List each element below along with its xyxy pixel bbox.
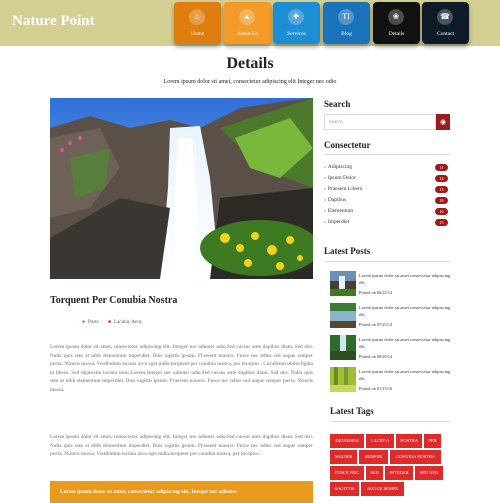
tag-button[interactable]: SED NISI	[415, 466, 443, 480]
nav-contact-label: Contact	[436, 31, 455, 37]
tag-button[interactable]: AUGUE SEMPE	[361, 482, 404, 496]
recent-post-text: Lorem ipsum dolor sit amet consectetur a…	[359, 369, 451, 381]
recent-post-date: Posted on 06/22/14	[359, 290, 393, 295]
user-icon: ●	[82, 320, 86, 325]
nav-contact-button[interactable]: ☎ Contact	[422, 2, 469, 44]
recent-post[interactable]: Lorem ipsum dolor sit amet consectetur a…	[330, 303, 450, 329]
tag-button[interactable]: PER	[424, 434, 441, 448]
post-author-label: Posts	[88, 320, 99, 325]
category-count: 14	[435, 175, 448, 182]
tags-divider	[330, 421, 450, 422]
post-author[interactable]: ● Posts	[82, 320, 99, 325]
tag-icon: ■	[108, 320, 112, 325]
category-count: 15	[435, 219, 448, 226]
recent-thumbnail	[330, 335, 356, 360]
tag-button[interactable]: DIGNISSIM	[330, 434, 364, 448]
recent-post-text: Lorem ipsum dolor sit amet consectetur a…	[359, 305, 451, 317]
post-title[interactable]: Torquent Per Conubia Nostra	[50, 295, 177, 306]
recent-post[interactable]: Lorem ipsum dolor sit amet consectetur a…	[330, 271, 450, 297]
nav-blog-button[interactable]: TI Blog	[323, 2, 370, 44]
page-title: Details	[226, 55, 274, 72]
nav-about-label: About Us	[236, 31, 259, 37]
category-item[interactable]: › Ipsum Dolor 14	[324, 175, 450, 186]
category-label: Imperdiet	[327, 219, 350, 225]
category-item[interactable]: › Dapibus 18	[324, 197, 450, 208]
category-count: 18	[435, 197, 448, 204]
tag-button[interactable]: SED	[366, 466, 383, 480]
search-title: Search	[324, 99, 351, 109]
post-paragraph-2: Lorem ipsum dolor sit amet, consectetur …	[50, 435, 313, 457]
category-item[interactable]: › Adipiscing 11	[324, 164, 450, 175]
tag-button[interactable]: NOSTRA	[396, 434, 422, 448]
ambulance-icon: ✚	[288, 9, 304, 25]
recent-divider	[324, 261, 450, 262]
tag-button[interactable]: SAGITTIS	[330, 482, 359, 496]
recent-title: Latest Posts	[324, 246, 371, 256]
category-count: 13	[435, 186, 448, 193]
chevron-right-icon: ›	[324, 219, 326, 225]
category-label: Praesent Libero	[327, 186, 363, 192]
nav-services-button[interactable]: ✚ Services	[273, 2, 320, 44]
post-category[interactable]: ■ Lacinia, Arcu,	[108, 320, 143, 325]
recent-post-text: Lorem ipsum dolor sit amet consectetur a…	[359, 337, 451, 349]
recent-post-date: Posted on 08/20/14	[359, 354, 393, 359]
categories-title: Consectetur	[324, 140, 371, 150]
landscape-icon: ▲	[239, 9, 255, 25]
home-icon: ⌂	[189, 9, 205, 25]
recent-thumbnail	[330, 367, 356, 392]
leaf-icon: ❀	[388, 9, 404, 25]
site-logo[interactable]: Nature Point	[12, 13, 95, 30]
recent-thumbnail	[330, 271, 356, 296]
category-item[interactable]: › Elementum 16	[324, 208, 450, 219]
category-item[interactable]: › Praesent Libero 13	[324, 186, 450, 197]
category-item[interactable]: › Imperdiet 15	[324, 219, 450, 230]
chevron-right-icon: ›	[324, 164, 326, 170]
tags-title: Latest Tags	[330, 406, 374, 416]
nav-services-label: Services	[287, 31, 306, 37]
nav-home-label: Home	[190, 31, 205, 37]
category-label: Dapibus	[327, 197, 347, 203]
chevron-right-icon: ›	[324, 208, 326, 214]
recent-post-date: Posted on 07/25/14	[359, 322, 393, 327]
nav-details-label: Details	[388, 31, 405, 37]
post-paragraph-1: Lorem ipsum dolor sit amet, consectetur …	[50, 345, 313, 393]
categories-divider	[324, 154, 450, 155]
category-label: Elementum	[327, 208, 354, 214]
tag-button[interactable]: INTEGER	[385, 466, 413, 480]
nav-home-button[interactable]: ⌂ Home	[174, 2, 221, 44]
search-button[interactable]: ◉	[436, 114, 450, 130]
recent-post[interactable]: Lorem ipsum dolor sit amet consectetur a…	[330, 335, 450, 361]
tag-button[interactable]: CONUBIA NOSTRA	[390, 450, 441, 464]
chevron-right-icon: ›	[324, 175, 326, 181]
category-count: 11	[435, 164, 448, 171]
page-subtitle: Lorem ipsum dolor sit amet, consectetur …	[163, 79, 337, 85]
nav-about-button[interactable]: ▲ About Us	[224, 2, 271, 44]
post-category-label: Lacinia, Arcu,	[114, 320, 143, 325]
category-label: Ipsum Dolor	[327, 175, 356, 181]
category-label: Adipiscing	[327, 164, 352, 170]
recent-post[interactable]: Lorem ipsum dolor sit amet consectetur a…	[330, 367, 450, 393]
recent-thumbnail	[330, 303, 356, 328]
search-input[interactable]: Search	[324, 114, 436, 130]
recent-post-date: Posted on 01/15/16	[359, 386, 393, 391]
phone-icon: ☎	[437, 9, 453, 25]
nav-details-button[interactable]: ❀ Details	[373, 2, 420, 44]
tag-button[interactable]: FUSCE NEC	[330, 466, 364, 480]
ti-icon: TI	[338, 9, 354, 25]
chevron-right-icon: ›	[324, 197, 326, 203]
search-icon: ◉	[439, 118, 447, 126]
chevron-right-icon: ›	[324, 186, 326, 192]
tag-button[interactable]: SEMPER	[359, 450, 388, 464]
nav-blog-label: Blog	[341, 31, 352, 37]
category-count: 16	[435, 208, 448, 215]
waterfall-image	[50, 98, 313, 279]
tag-button[interactable]: LACINIA	[366, 434, 394, 448]
tag-button[interactable]: MAURIS	[330, 450, 357, 464]
recent-post-text: Lorem ipsum dolor sit amet consectetur a…	[359, 273, 451, 285]
